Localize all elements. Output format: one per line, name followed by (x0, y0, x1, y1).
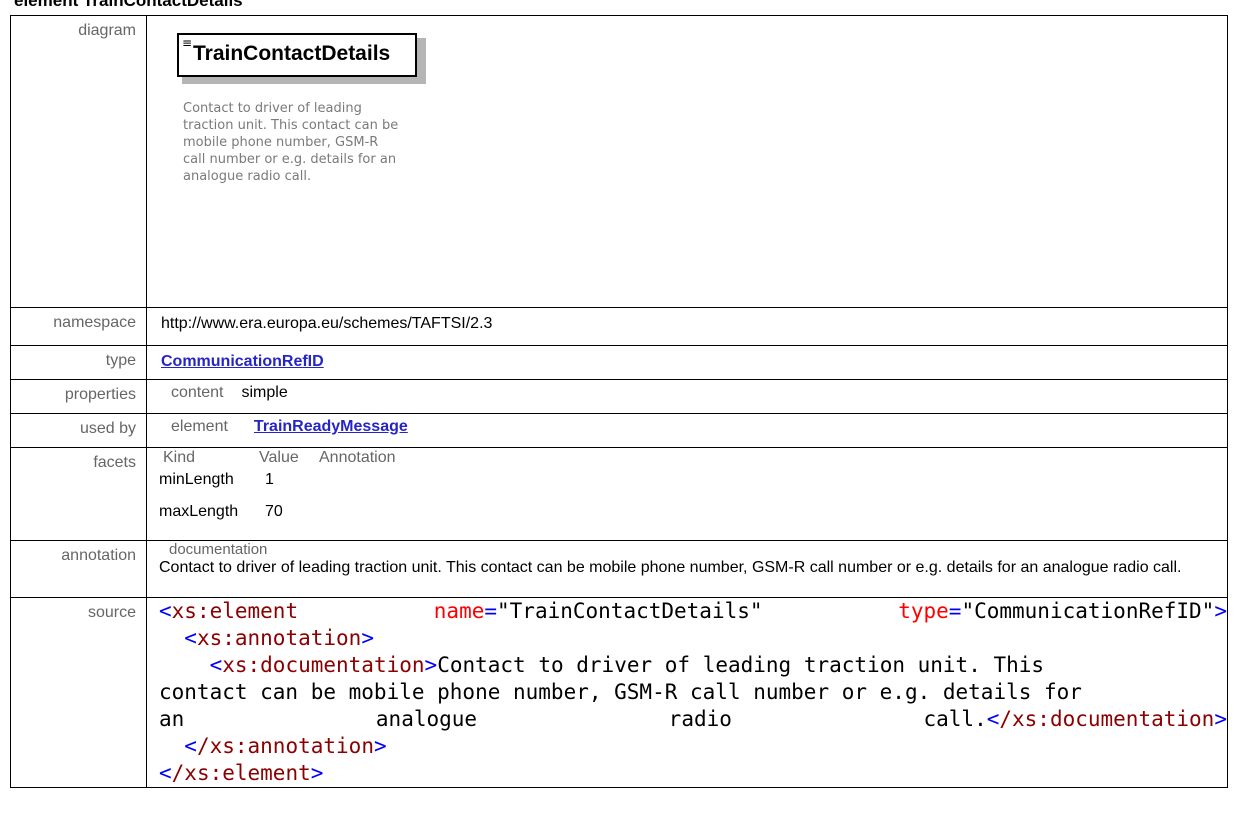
facets-table: Kind Value Annotation minLength 1 maxLen… (157, 448, 1227, 522)
facets-header-kind: Kind (163, 449, 196, 466)
properties-key: content (171, 384, 224, 401)
page-heading: element TrainContactDetails (14, 0, 243, 10)
documentation-table: diagram ≡ TrainContactDetails Contact to… (10, 15, 1228, 788)
diagram-element-description: Contact to driver of leading traction un… (183, 101, 399, 184)
diagram-element-box[interactable]: ≡ TrainContactDetails (177, 33, 417, 77)
facets-header-annotation: Annotation (319, 449, 396, 466)
facet-value: 1 (265, 471, 274, 488)
row-used-by: used by element TrainReadyMessage (10, 413, 1228, 448)
facets-header-value: Value (259, 449, 299, 466)
label-used-by: used by (10, 413, 147, 448)
row-namespace: namespace http://www.era.europa.eu/schem… (10, 307, 1228, 346)
row-annotation: annotation documentation Contact to driv… (10, 540, 1228, 598)
namespace-value: http://www.era.europa.eu/schemes/TAFTSI/… (161, 315, 493, 332)
source-line: <xs:annotation> (184, 626, 374, 650)
row-properties: properties content simple (10, 379, 1228, 414)
source-line: contact can be mobile phone number, GSM-… (159, 680, 1082, 704)
diagram-element-title: TrainContactDetails (193, 42, 391, 65)
source-line: </xs:element> (159, 761, 324, 785)
source-line: </xs:annotation> (184, 734, 387, 758)
annotation-header: documentation (169, 541, 268, 558)
label-source: source (10, 597, 147, 788)
label-annotation: annotation (10, 540, 147, 598)
label-properties: properties (10, 379, 147, 414)
type-link[interactable]: CommunicationRefID (161, 353, 324, 370)
source-code: <xs:element name="TrainContactDetails" typ… (146, 597, 1228, 788)
type-cell: CommunicationRefID (146, 345, 1228, 380)
label-facets: facets (10, 447, 147, 541)
facet-kind: maxLength (159, 503, 239, 520)
properties-cell: content simple (146, 379, 1228, 414)
label-diagram: diagram (10, 15, 147, 308)
facet-kind: minLength (159, 471, 234, 488)
namespace-cell: http://www.era.europa.eu/schemes/TAFTSI/… (146, 307, 1228, 346)
used-by-link[interactable]: TrainReadyMessage (254, 418, 408, 435)
used-by-cell: element TrainReadyMessage (146, 413, 1228, 448)
row-source: source <xs:element name="TrainContactDeta… (10, 597, 1228, 788)
diagram-cell: ≡ TrainContactDetails Contact to driver … (146, 15, 1228, 308)
label-namespace: namespace (10, 307, 147, 346)
facets-cell: Kind Value Annotation minLength 1 maxLen… (146, 447, 1228, 541)
row-diagram: diagram ≡ TrainContactDetails Contact to… (10, 15, 1228, 308)
element-lines-icon: ≡ (182, 36, 193, 50)
label-type: type (10, 345, 147, 380)
annotation-cell: documentation Contact to driver of leadi… (146, 540, 1228, 598)
row-facets: facets Kind Value Annotation minLength 1… (10, 447, 1228, 541)
source-line: <xs:documentation>Contact to driver of l… (209, 653, 1045, 677)
used-by-kind: element (171, 418, 228, 435)
diagram: ≡ TrainContactDetails Contact to driver … (147, 16, 1227, 306)
source-line: <xs:element name="TrainContactDetails" typ… (159, 599, 1227, 623)
row-type: type CommunicationRefID (10, 345, 1228, 380)
source-line: an analogue radio call.</xs:documentation> (159, 707, 1227, 731)
properties-value: simple (241, 384, 288, 401)
annotation-text: Contact to driver of leading traction un… (159, 559, 1182, 576)
facet-value: 70 (265, 503, 283, 520)
